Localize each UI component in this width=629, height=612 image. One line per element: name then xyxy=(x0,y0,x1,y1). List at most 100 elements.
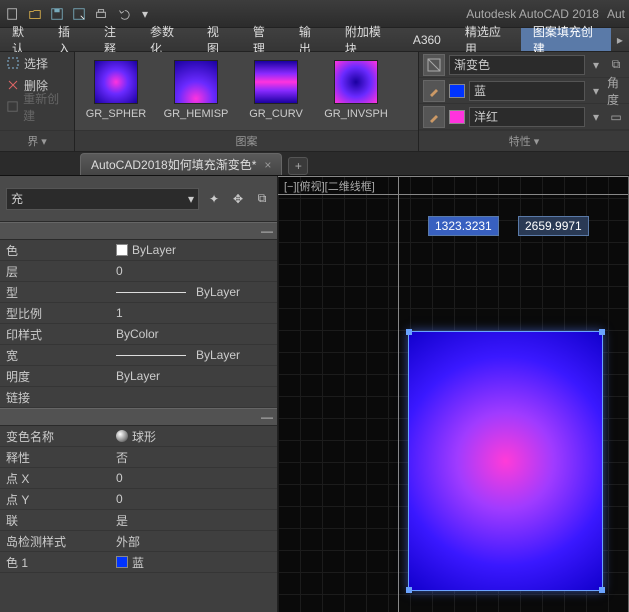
save-icon[interactable] xyxy=(48,5,66,23)
menu-manage[interactable]: 管理 xyxy=(241,28,287,51)
prop-value[interactable]: ByLayer xyxy=(112,285,277,299)
ribbon-pattern-label[interactable]: 图案 xyxy=(75,130,418,151)
prop-row[interactable]: 岛检测样式外部 xyxy=(0,531,277,552)
ribbon-bounds-label[interactable]: 界 ▾ xyxy=(0,130,74,151)
prop-value[interactable]: 外部 xyxy=(112,533,277,550)
prop-row[interactable]: 型比例1 xyxy=(0,303,277,324)
recreate-icon xyxy=(6,100,19,114)
prop-value[interactable]: 蓝 xyxy=(112,554,277,571)
menu-annotate[interactable]: 注释 xyxy=(92,28,138,51)
ruler-h xyxy=(278,194,629,195)
close-icon[interactable]: × xyxy=(264,158,271,172)
prop-row[interactable]: 释性否 xyxy=(0,447,277,468)
recreate-label: 重新创建 xyxy=(23,90,68,124)
prop-value[interactable]: ByLayer xyxy=(112,243,277,257)
color1-chip[interactable] xyxy=(449,84,465,98)
swatch-gr-spher[interactable]: GR_SPHER xyxy=(83,60,149,120)
ruler-v xyxy=(398,176,399,612)
prop-row[interactable]: 点 Y0 xyxy=(0,489,277,510)
dropdown-arrow-icon[interactable]: ▾ xyxy=(589,110,603,124)
menu-addins[interactable]: 附加模块 xyxy=(333,28,401,51)
prop-row[interactable]: 宽ByLayer xyxy=(0,345,277,366)
filter-icon[interactable]: ⧉ xyxy=(253,190,271,208)
prop-row[interactable]: 层0 xyxy=(0,261,277,282)
saveas-icon[interactable] xyxy=(70,5,88,23)
app-title-right: Aut xyxy=(607,7,625,21)
menu-view[interactable]: 视图 xyxy=(195,28,241,51)
prop-value[interactable]: 球形 xyxy=(112,428,277,445)
ruler-top xyxy=(278,176,629,177)
menubar: 默认 插入 注释 参数化 视图 管理 输出 附加模块 A360 精选应用 图案填… xyxy=(0,28,629,52)
prop-row[interactable]: 型ByLayer xyxy=(0,282,277,303)
undo-icon[interactable] xyxy=(114,5,132,23)
prop-row[interactable]: 明度ByLayer xyxy=(0,366,277,387)
prop-value[interactable]: 1 xyxy=(112,306,277,320)
document-tab[interactable]: AutoCAD2018如何填充渐变色* × xyxy=(80,153,282,175)
menu-insert[interactable]: 插入 xyxy=(46,28,92,51)
ribbon-props-label[interactable]: 特性 ▾ xyxy=(419,130,629,151)
add-selection-icon[interactable]: ✥ xyxy=(229,190,247,208)
quick-select-icon[interactable]: ✦ xyxy=(205,190,223,208)
swatch-row: GR_SPHER GR_HEMISP GR_CURV GR_INVSPH xyxy=(75,52,418,128)
prop-value[interactable]: 是 xyxy=(112,512,277,529)
swatch-gr-invsph[interactable]: GR_INVSPH xyxy=(323,60,389,120)
print-icon[interactable] xyxy=(92,5,110,23)
menu-parametric[interactable]: 参数化 xyxy=(138,28,195,51)
swatch-gr-curv[interactable]: GR_CURV xyxy=(243,60,309,120)
angle-label: 角度 xyxy=(607,82,625,100)
prop-row[interactable]: 色 1蓝 xyxy=(0,552,277,573)
new-tab-button[interactable]: + xyxy=(288,157,308,175)
prop-value[interactable]: ByLayer xyxy=(112,369,277,383)
menu-output[interactable]: 输出 xyxy=(287,28,333,51)
menu-featured[interactable]: 精选应用 xyxy=(453,28,521,51)
swatch-preview xyxy=(174,60,218,104)
qat-dropdown-icon[interactable]: ▾ xyxy=(136,5,154,23)
prop-value[interactable]: 0 xyxy=(112,264,277,278)
prop-value[interactable]: ByLayer xyxy=(112,348,277,362)
prop-row[interactable]: 色ByLayer xyxy=(0,240,277,261)
prop-row[interactable]: 联是 xyxy=(0,510,277,531)
select-label: 选择 xyxy=(24,55,48,72)
dropdown-arrow-icon[interactable]: ▾ xyxy=(589,84,603,98)
paint-icon[interactable] xyxy=(423,106,445,128)
section-general[interactable]: — xyxy=(0,222,277,240)
object-type-combo[interactable]: 充▾ xyxy=(6,188,199,210)
new-icon[interactable] xyxy=(4,5,22,23)
prop-label: 宽 xyxy=(0,347,112,364)
prop-value[interactable]: 0 xyxy=(112,492,277,506)
menu-hatch-create[interactable]: 图案填充创建 xyxy=(521,28,611,51)
paint-icon[interactable] xyxy=(423,80,445,102)
open-icon[interactable] xyxy=(26,5,44,23)
gradient-rectangle[interactable] xyxy=(408,331,603,591)
prop-row[interactable]: 链接 xyxy=(0,387,277,408)
color2-dropdown[interactable]: 洋红 xyxy=(469,107,585,127)
gradient-type-dropdown[interactable]: 渐变色 xyxy=(449,55,585,75)
layers-icon[interactable]: ⧉ xyxy=(607,56,625,74)
menu-overflow-icon[interactable]: ▸ xyxy=(611,33,629,47)
prop-value[interactable]: 0 xyxy=(112,471,277,485)
select-button[interactable]: 选择 xyxy=(0,52,74,74)
drawing-viewport[interactable]: [−][俯视][二维线框] 1323.3231 2659.9971 xyxy=(278,176,629,612)
section-hatch[interactable]: — xyxy=(0,408,277,426)
prop-label: 型比例 xyxy=(0,305,112,322)
type-icon[interactable] xyxy=(423,54,445,76)
swatch-gr-hemisp[interactable]: GR_HEMISP xyxy=(163,60,229,120)
app-title: Autodesk AutoCAD 2018 xyxy=(466,7,607,21)
swatch-preview xyxy=(254,60,298,104)
prop-value[interactable]: 否 xyxy=(112,449,277,466)
slider-icon[interactable]: ▭ xyxy=(607,108,625,126)
prop-row[interactable]: 变色名称球形 xyxy=(0,426,277,447)
color2-chip[interactable] xyxy=(449,110,465,124)
view-controls[interactable]: [−][俯视][二维线框] xyxy=(284,178,375,194)
dropdown-arrow-icon[interactable]: ▾ xyxy=(589,58,603,72)
prop-row[interactable]: 点 X0 xyxy=(0,468,277,489)
prop-label: 链接 xyxy=(0,389,112,406)
prop-label: 层 xyxy=(0,263,112,280)
menu-a360[interactable]: A360 xyxy=(401,28,453,51)
prop-label: 岛检测样式 xyxy=(0,533,112,550)
prop-value[interactable]: ByColor xyxy=(112,327,277,341)
prop-row[interactable]: 印样式ByColor xyxy=(0,324,277,345)
swatch-label: GR_SPHER xyxy=(86,108,147,120)
color1-dropdown[interactable]: 蓝 xyxy=(469,81,585,101)
menu-default[interactable]: 默认 xyxy=(0,28,46,51)
